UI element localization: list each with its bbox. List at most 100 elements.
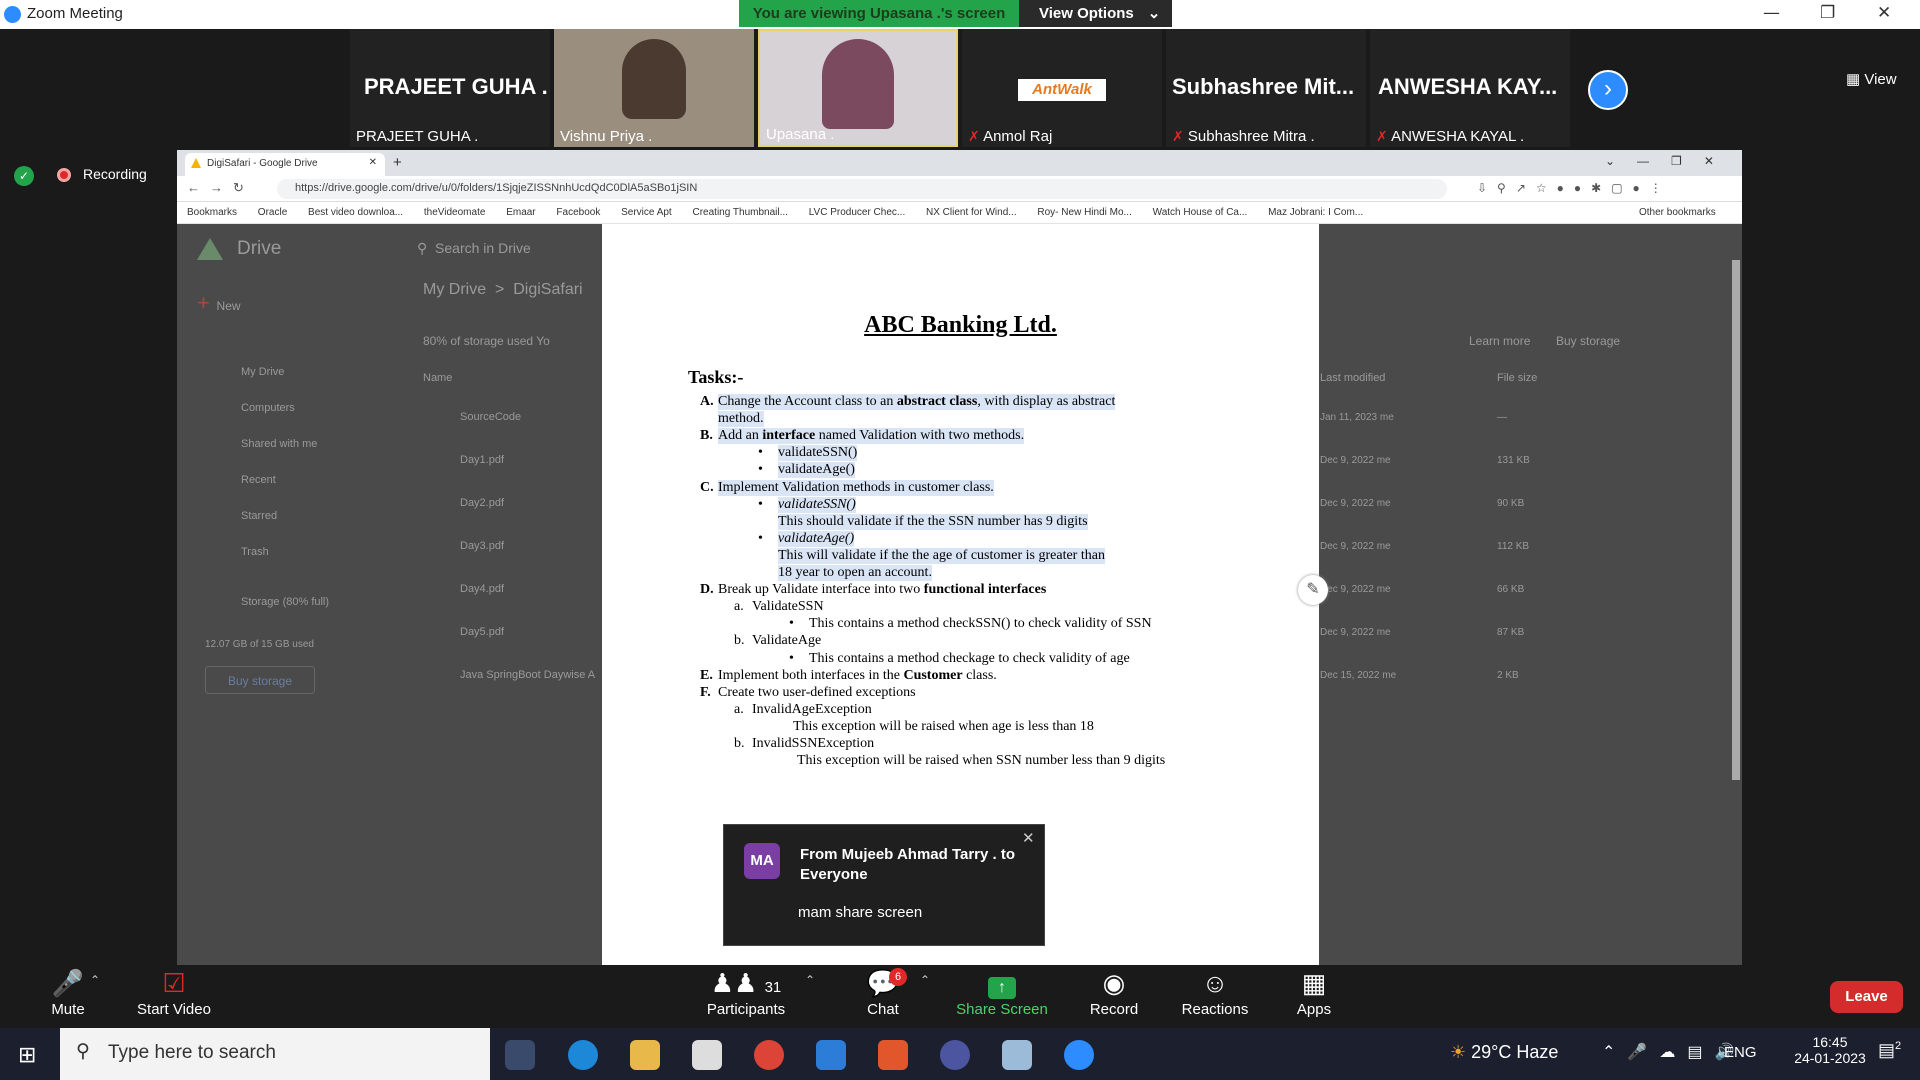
clock[interactable]: 16:45 24-01-2023	[1790, 1034, 1870, 1066]
bookmark-item[interactable]: Emaar	[506, 207, 535, 218]
nav-item[interactable]: Starred	[241, 498, 329, 534]
column-last-modified[interactable]: Last modified	[1320, 372, 1385, 384]
file-row[interactable]: SourceCode	[460, 396, 595, 439]
scrollbar[interactable]	[1732, 260, 1740, 780]
nav-item[interactable]: Trash	[241, 534, 329, 570]
taskbar-search-input[interactable]: ⚲ Type here to search	[60, 1028, 490, 1080]
windows-start-icon[interactable]: ⊞	[18, 1042, 36, 1068]
close-icon[interactable]: ✕	[1877, 3, 1891, 23]
notifications-icon[interactable]: ▤2	[1878, 1040, 1901, 1061]
record-button[interactable]: ◉ Record	[1088, 965, 1140, 1018]
mail-icon[interactable]	[692, 1040, 722, 1070]
nav-buttons-icon[interactable]: ←→↻	[187, 180, 254, 196]
view-options-button[interactable]: View Options ⌄	[1019, 0, 1172, 27]
drive-search-input[interactable]: ⚲ Search in Drive	[417, 240, 531, 257]
file-modified: Dec 9, 2022 me	[1320, 498, 1391, 509]
bookmark-item[interactable]: Oracle	[258, 207, 287, 218]
bookmark-item[interactable]: theVideomate	[424, 207, 486, 218]
file-size: 66 KB	[1497, 584, 1525, 595]
column-file-size[interactable]: File size	[1497, 372, 1537, 384]
chat-chevron-icon[interactable]: ⌃	[920, 973, 930, 987]
zoom-icon[interactable]	[1064, 1040, 1094, 1070]
share-screen-button[interactable]: ↑ Share Screen	[955, 965, 1049, 1018]
nav-item[interactable]: My Drive	[241, 354, 329, 390]
file-row[interactable]: Day1.pdf	[460, 439, 595, 482]
browser-window-controls[interactable]: ⌄—❐✕	[1605, 154, 1736, 168]
browser-tab[interactable]: DigiSafari - Google Drive ✕	[185, 153, 385, 176]
bookmark-item[interactable]: Watch House of Ca...	[1153, 207, 1248, 218]
participant-tile[interactable]: Vishnu Priya .	[554, 29, 754, 147]
leave-button[interactable]: Leave	[1830, 981, 1903, 1013]
line-text: ValidateAge	[752, 633, 822, 649]
breadcrumb-item[interactable]: My Drive	[423, 281, 486, 298]
line-bold-text: abstract class	[896, 394, 978, 409]
file-row[interactable]: Day5.pdf	[460, 611, 595, 654]
file-row[interactable]: Java SpringBoot Daywise A	[460, 654, 595, 697]
participant-gallery: PRAJEET GUHA . PRAJEET GUHA . Vishnu Pri…	[0, 29, 1920, 151]
bookmark-item[interactable]: Bookmarks	[187, 207, 237, 218]
column-name[interactable]: Name	[423, 372, 452, 384]
nav-item[interactable]: Storage (80% full)	[241, 584, 329, 620]
weather[interactable]: ☀ 29°C Haze	[1450, 1042, 1558, 1063]
buy-storage-button[interactable]: Buy storage	[205, 666, 315, 694]
participant-tile[interactable]: ANWESHA KAY... ✗ ANWESHA KAYAL .	[1370, 29, 1570, 147]
start-video-button[interactable]: ☑ Start Video	[134, 965, 214, 1018]
participant-tile[interactable]: PRAJEET GUHA . PRAJEET GUHA .	[350, 29, 550, 147]
bookmark-item[interactable]: Maz Jobrani: I Com...	[1268, 207, 1363, 218]
view-button[interactable]: ▦ View	[1846, 70, 1897, 88]
edge-icon[interactable]	[568, 1040, 598, 1070]
next-page-icon[interactable]: ›	[1588, 70, 1628, 110]
file-row[interactable]: Day3.pdf	[460, 525, 595, 568]
bookmark-item[interactable]: Roy- New Hindi Mo...	[1037, 207, 1131, 218]
participant-tile[interactable]: Subhashree Mit... ✗ Subhashree Mitra .	[1166, 29, 1366, 147]
chat-message: mam share screen	[798, 904, 923, 921]
participant-tile[interactable]: AntWalk ✗ Anmol Raj	[962, 29, 1162, 147]
tab-close-icon[interactable]: ✕	[369, 157, 377, 168]
participant-tile-active-speaker[interactable]: Upasana .	[758, 29, 958, 147]
encryption-shield-icon[interactable]: ✓	[14, 166, 34, 186]
file-name-list: SourceCode Day1.pdf Day2.pdf Day3.pdf Da…	[460, 396, 595, 697]
bookmark-item[interactable]: NX Client for Wind...	[926, 207, 1017, 218]
add-comment-icon[interactable]: ✎	[1298, 575, 1328, 605]
file-explorer-icon[interactable]	[630, 1040, 660, 1070]
bookmark-item[interactable]: LVC Producer Chec...	[809, 207, 906, 218]
chrome-icon[interactable]	[754, 1040, 784, 1070]
browser-extension-icons[interactable]: ⇩⚲↗☆●●✱▢●⋮	[1477, 181, 1672, 195]
git-icon[interactable]	[878, 1040, 908, 1070]
task-view-icon[interactable]	[505, 1040, 535, 1070]
bookmark-item[interactable]: Best video downloa...	[308, 207, 403, 218]
participants-chevron-icon[interactable]: ⌃	[805, 973, 815, 987]
nav-item[interactable]: Computers	[241, 390, 329, 426]
nav-item[interactable]: Shared with me	[241, 426, 329, 462]
line-text: validateSSN()	[778, 445, 858, 462]
bookmark-item[interactable]: Creating Thumbnail...	[693, 207, 788, 218]
breadcrumb-item[interactable]: DigiSafari	[513, 281, 582, 298]
share-screen-label: Share Screen	[956, 1001, 1048, 1018]
url-field[interactable]: https://drive.google.com/drive/u/0/folde…	[277, 179, 1447, 199]
nav-item[interactable]: Recent	[241, 462, 329, 498]
file-row[interactable]: Day2.pdf	[460, 482, 595, 525]
restore-icon[interactable]: ❐	[1820, 3, 1835, 23]
chat-badge: 6	[889, 968, 907, 986]
new-tab-icon[interactable]: +	[393, 154, 402, 171]
file-row[interactable]: Day4.pdf	[460, 568, 595, 611]
new-button[interactable]: + New	[197, 290, 277, 324]
recording-label[interactable]: Recording	[83, 166, 147, 182]
chat-notification[interactable]: MA From Mujeeb Ahmad Tarry . to Everyone…	[723, 824, 1045, 946]
participants-button[interactable]: ♟♟ 31 Participants	[700, 965, 792, 1018]
language-indicator[interactable]: ENG	[1724, 1044, 1757, 1061]
minimize-icon[interactable]: —	[1763, 3, 1780, 23]
other-bookmarks[interactable]: Other bookmarks	[1639, 207, 1716, 218]
mute-button[interactable]: 🎤 Mute	[38, 965, 98, 1018]
close-icon[interactable]: ✕	[1022, 829, 1035, 847]
bookmark-item[interactable]: Service Apt	[621, 207, 672, 218]
eclipse-icon[interactable]	[940, 1040, 970, 1070]
vscode-icon[interactable]	[816, 1040, 846, 1070]
bookmark-item[interactable]: Facebook	[556, 207, 600, 218]
audio-options-chevron-icon[interactable]: ⌃	[90, 973, 100, 987]
apps-button[interactable]: ▦ Apps	[1294, 965, 1334, 1018]
reactions-button[interactable]: ☺ Reactions	[1180, 965, 1250, 1018]
banner-buy-storage[interactable]: Buy storage	[1556, 334, 1620, 348]
app-icon[interactable]	[1002, 1040, 1032, 1070]
learn-more-link[interactable]: Learn more	[1469, 334, 1530, 348]
